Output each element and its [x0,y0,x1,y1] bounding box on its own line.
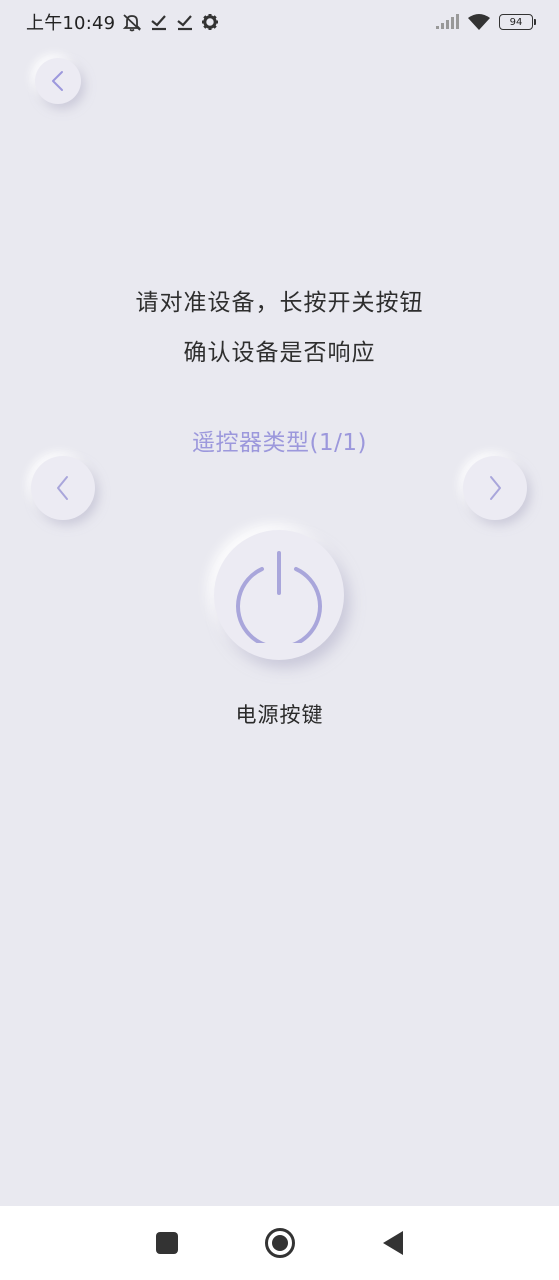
status-time: 上午10:49 [26,13,116,34]
home-icon [264,1228,295,1258]
battery-level: 94 [509,16,523,28]
gear-icon [201,13,219,31]
battery-icon: 94 [499,14,536,30]
recent-apps-icon [155,1232,178,1254]
power-button[interactable] [214,530,344,660]
back-nav-button[interactable] [368,1218,418,1268]
back-icon [382,1231,403,1255]
system-nav-bar [0,1206,559,1280]
chevron-left-icon [57,476,68,500]
status-left: 上午10:49 [26,9,219,35]
next-remote-button[interactable] [463,456,527,520]
chevron-right-icon [490,476,501,500]
back-button[interactable] [35,58,81,104]
power-button-label: 电源按键 [235,703,324,727]
status-bar: 上午10:49 94 [0,0,559,44]
chevron-left-icon [52,71,63,91]
signal-icon [435,14,459,30]
home-button[interactable] [255,1218,305,1268]
power-icon [236,551,322,643]
instruction-line-1: 请对准设备，长按开关按钮 [135,290,424,316]
previous-remote-button[interactable] [31,456,95,520]
check-icon [149,13,169,31]
mute-icon [121,12,143,32]
check-icon [175,13,195,31]
remote-type-label: 遥控器类型(1/1) [192,430,367,456]
wifi-icon [467,13,491,31]
recent-apps-button[interactable] [142,1218,192,1268]
status-right: 94 [435,13,536,31]
instruction-line-2: 确认设备是否响应 [183,340,376,366]
